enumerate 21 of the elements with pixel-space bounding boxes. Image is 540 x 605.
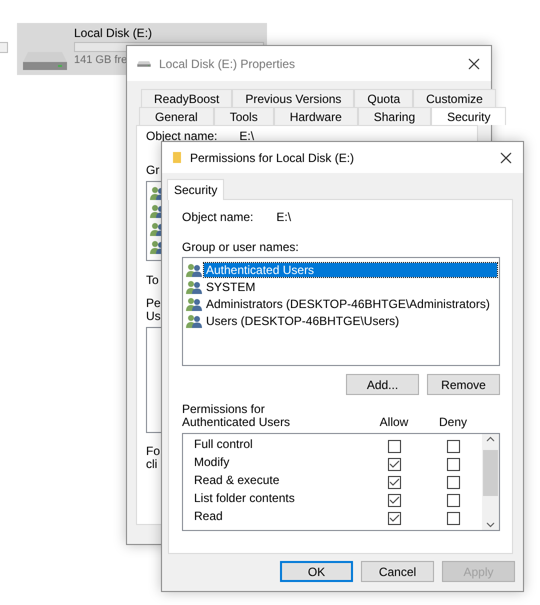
permission-name: Full control xyxy=(194,437,254,451)
object-name-value: E:\ xyxy=(239,129,254,143)
permission-name: List folder contents xyxy=(194,491,296,505)
free-space-text: 141 GB fre xyxy=(74,54,128,66)
group-label: Group or user names: xyxy=(182,240,299,254)
permission-name: Read & execute xyxy=(194,473,280,487)
advanced-text: Fo cli xyxy=(146,445,160,471)
change-label: To xyxy=(146,273,159,287)
permissions-label: Pe Us xyxy=(146,297,161,323)
permission-name: Modify xyxy=(194,455,230,469)
object-name-label: Object name: xyxy=(182,210,254,224)
permissions-label: Permissions for Authenticated Users xyxy=(182,403,292,429)
permission-name: Read xyxy=(194,509,224,523)
column-header: Deny xyxy=(438,415,468,429)
group-label: Gr xyxy=(146,163,160,177)
window-title: Permissions for Local Disk (E:) xyxy=(190,150,356,164)
drive-label: Local Disk (E:) xyxy=(74,26,154,40)
column-header: Allow xyxy=(378,415,410,429)
object-name-label: Object name: xyxy=(146,129,218,143)
object-name-value: E:\ xyxy=(276,210,292,224)
window-title: Local Disk (E:) Properties xyxy=(159,56,296,70)
